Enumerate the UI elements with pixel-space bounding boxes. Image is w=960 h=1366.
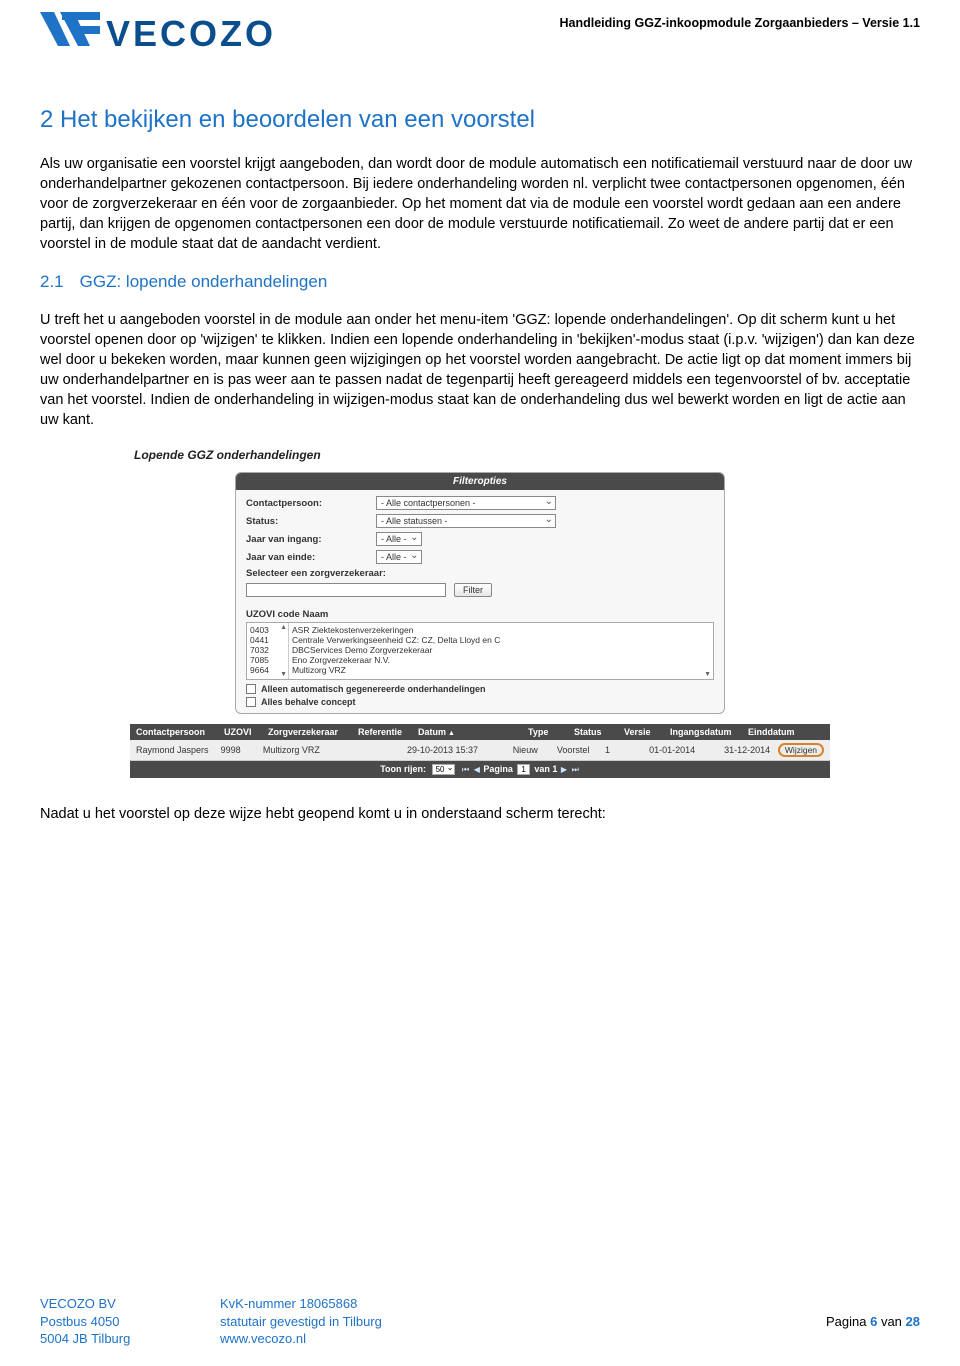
list-item[interactable]: Centrale Verwerkingseenheid CZ: CZ, Delt… — [292, 635, 710, 645]
screenshot-title: Lopende GGZ onderhandelingen — [134, 448, 830, 462]
logo: VECOZO — [40, 12, 276, 56]
list-item[interactable]: Eno Zorgverzekeraar N.V. — [292, 655, 710, 665]
first-page-icon[interactable]: ⏮ — [462, 765, 469, 774]
input-zv-search[interactable] — [246, 583, 446, 597]
last-page-icon[interactable]: ⏭ — [572, 765, 579, 774]
list-item[interactable]: DBCServices Demo Zorgverzekeraar — [292, 645, 710, 655]
col-referentie[interactable]: Referentie — [358, 727, 418, 737]
label-uzovi-naam: UZOVI code Naam — [246, 609, 724, 620]
footer-postcode: 5004 JB Tilburg — [40, 1330, 220, 1348]
col-status[interactable]: Status — [574, 727, 624, 737]
list-item[interactable]: 7032 — [250, 645, 285, 655]
label-jaar-ingang: Jaar van ingang: — [246, 534, 376, 545]
logo-mark-icon — [40, 12, 100, 56]
footer-kvk: KvK-nummer 18065868 — [220, 1295, 650, 1313]
sort-asc-icon: ▲ — [448, 730, 455, 737]
label-select-zv: Selecteer een zorgverzekeraar: — [246, 568, 386, 579]
col-type[interactable]: Type — [528, 727, 574, 737]
select-status[interactable]: - Alle statussen - — [376, 514, 556, 528]
checkbox-concept[interactable] — [246, 697, 256, 707]
label-contactpersoon: Contactpersoon: — [246, 498, 376, 509]
scroll-down-icon[interactable]: ▼ — [280, 671, 287, 678]
scroll-up-icon[interactable]: ▲ — [280, 624, 287, 631]
footer-site: www.vecozo.nl — [220, 1330, 650, 1348]
scroll-down-icon[interactable]: ▼ — [704, 671, 711, 678]
select-jaar-einde[interactable]: - Alle - — [376, 550, 422, 564]
footer-stat: statutair gevestigd in Tilburg — [220, 1313, 650, 1331]
paragraph-1: Als uw organisatie een voorstel krijgt a… — [40, 154, 920, 254]
label-jaar-einde: Jaar van einde: — [246, 552, 376, 563]
results-header: Contactpersoon UZOVI Zorgverzekeraar Ref… — [130, 724, 830, 740]
checkbox-auto[interactable] — [246, 684, 256, 694]
select-contactpersoon[interactable]: - Alle contactpersonen - — [376, 496, 556, 510]
paragraph-2: U treft het u aangeboden voorstel in de … — [40, 310, 920, 430]
list-item[interactable]: ASR Ziektekostenverzekeringen — [292, 625, 710, 635]
page-input[interactable]: 1 — [517, 764, 529, 775]
paragraph-3: Nadat u het voorstel op deze wijze hebt … — [40, 804, 920, 824]
footer-org: VECOZO BV — [40, 1295, 220, 1313]
label-checkbox-concept: Alles behalve concept — [261, 697, 356, 707]
rows-select[interactable]: 50 — [432, 764, 456, 775]
section-heading: 2 Het bekijken en beoordelen van een voo… — [40, 106, 920, 134]
label-status: Status: — [246, 516, 376, 527]
filter-panel: Filteropties Contactpersoon: - Alle cont… — [235, 472, 725, 714]
col-zorgverzekeraar[interactable]: Zorgverzekeraar — [268, 727, 358, 737]
col-versie[interactable]: Versie — [624, 727, 670, 737]
list-item[interactable]: Multizorg VRZ — [292, 665, 710, 675]
page-number: Pagina 6 van 28 — [650, 1314, 920, 1329]
filter-panel-header: Filteropties — [236, 473, 724, 490]
zv-listbox[interactable]: ▲ 0403 0441 7032 7085 9664 ▼ ASR Ziektek… — [246, 622, 714, 680]
footer-postbus: Postbus 4050 — [40, 1313, 220, 1331]
select-jaar-ingang[interactable]: - Alle - — [376, 532, 422, 546]
pager: Toon rijen: 50 ⏮ ◀ Pagina 1 van 1 ▶ ⏭ — [130, 761, 830, 778]
page-footer: VECOZO BV Postbus 4050 5004 JB Tilburg K… — [40, 1295, 920, 1348]
list-item[interactable]: 0441 — [250, 635, 285, 645]
col-ingangsdatum[interactable]: Ingangsdatum — [670, 727, 748, 737]
col-einddatum[interactable]: Einddatum — [748, 727, 818, 737]
subsection-heading: 2.1GGZ: lopende onderhandelingen — [40, 272, 920, 292]
wijzigen-link[interactable]: Wijzigen — [778, 743, 824, 757]
col-uzovi[interactable]: UZOVI — [224, 727, 268, 737]
embedded-screenshot: Lopende GGZ onderhandelingen Filteroptie… — [130, 448, 830, 778]
filter-button[interactable]: Filter — [454, 583, 492, 597]
col-datum[interactable]: Datum▲ — [418, 727, 528, 737]
doc-title: Handleiding GGZ-inkoopmodule Zorgaanbied… — [560, 16, 921, 30]
list-item[interactable]: 7085 — [250, 655, 285, 665]
col-contactpersoon[interactable]: Contactpersoon — [136, 727, 224, 737]
label-checkbox-auto: Alleen automatisch gegenereerde onderhan… — [261, 684, 486, 694]
table-row: Raymond Jaspers 9998 Multizorg VRZ 29-10… — [130, 740, 830, 761]
logo-text: VECOZO — [106, 13, 276, 55]
next-page-icon[interactable]: ▶ — [561, 765, 567, 774]
prev-page-icon[interactable]: ◀ — [474, 765, 480, 774]
